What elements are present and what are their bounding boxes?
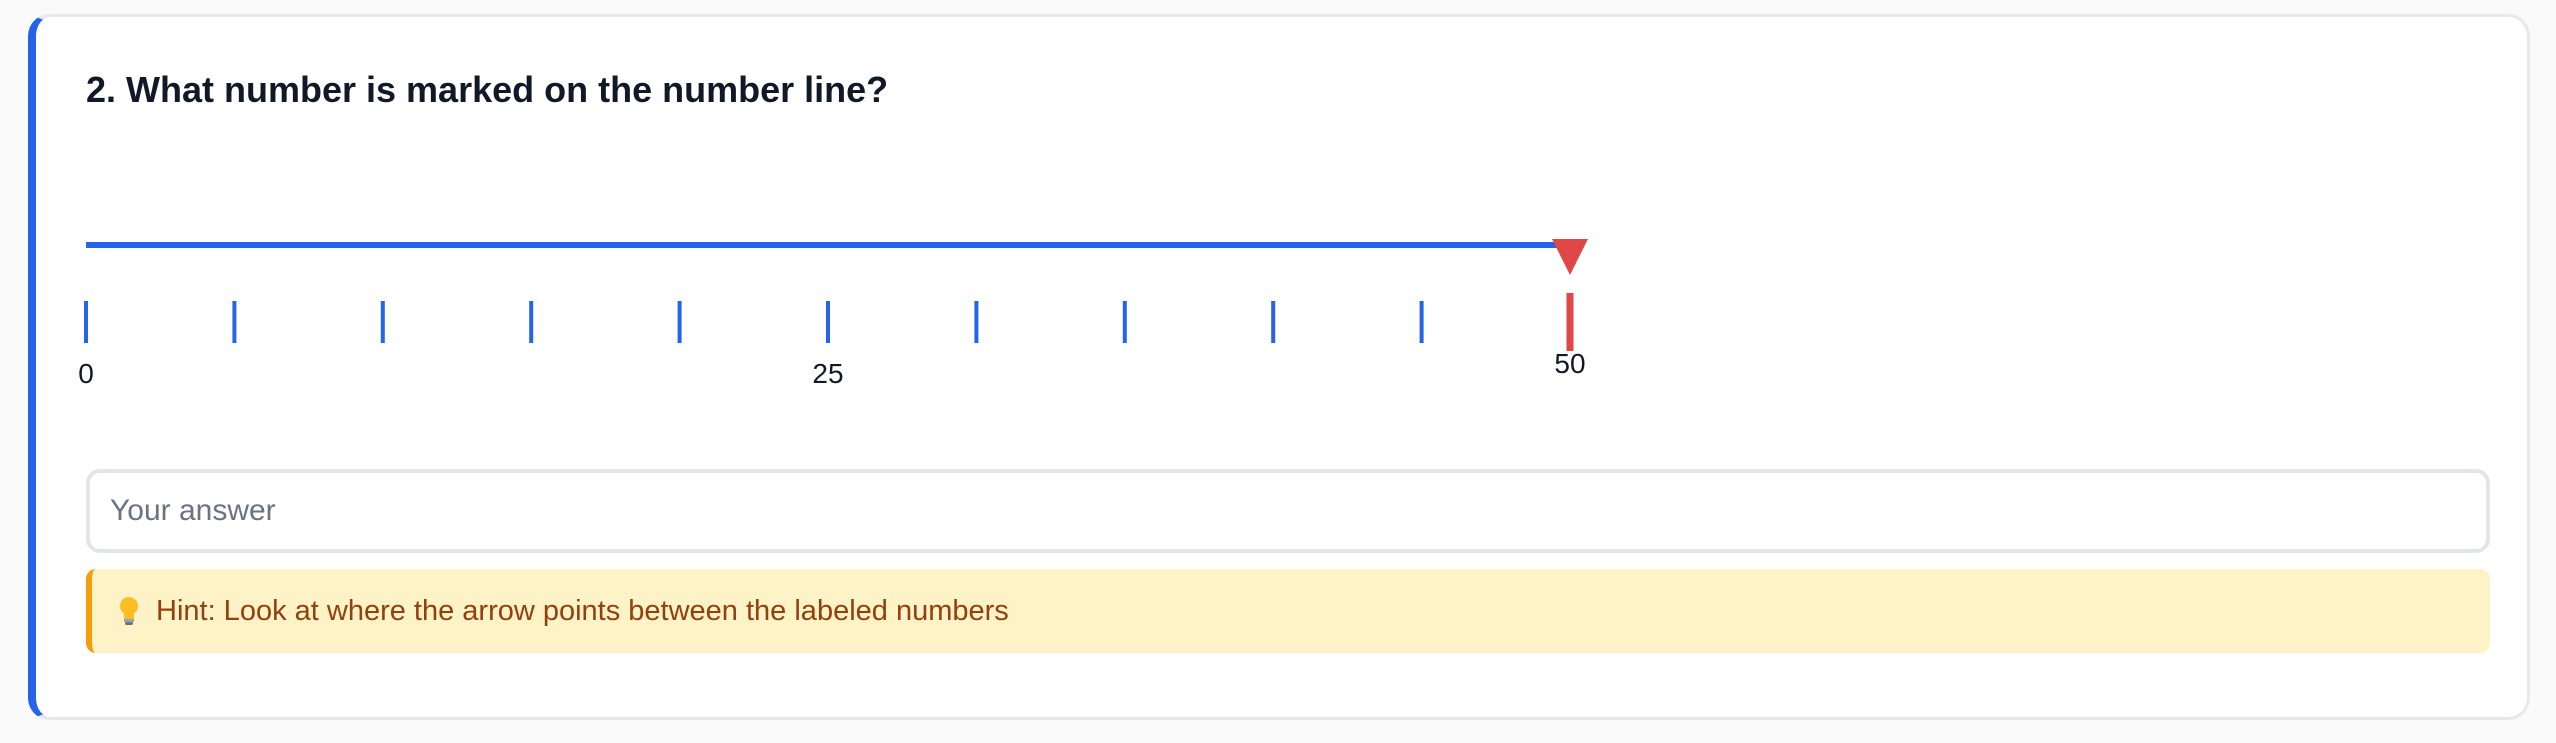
- marker-arrow: [1552, 239, 1588, 275]
- number-line-label: 0: [78, 358, 94, 389]
- hint-box: Hint: Look at where the arrow points bet…: [86, 569, 2490, 653]
- hint-text: Hint: Look at where the arrow points bet…: [156, 594, 1009, 627]
- number-line-label: 25: [812, 358, 843, 389]
- number-line: 0 25 50: [78, 239, 1588, 389]
- number-line-marker: [1552, 239, 1588, 351]
- number-line-label: 50: [1554, 348, 1585, 379]
- number-line-labels: 0 25 50: [78, 348, 1585, 389]
- number-line-ticks: [84, 301, 1424, 343]
- question-card: 2. What number is marked on the number l…: [28, 14, 2530, 720]
- answer-input[interactable]: [86, 469, 2490, 553]
- lightbulb-icon: [116, 596, 142, 626]
